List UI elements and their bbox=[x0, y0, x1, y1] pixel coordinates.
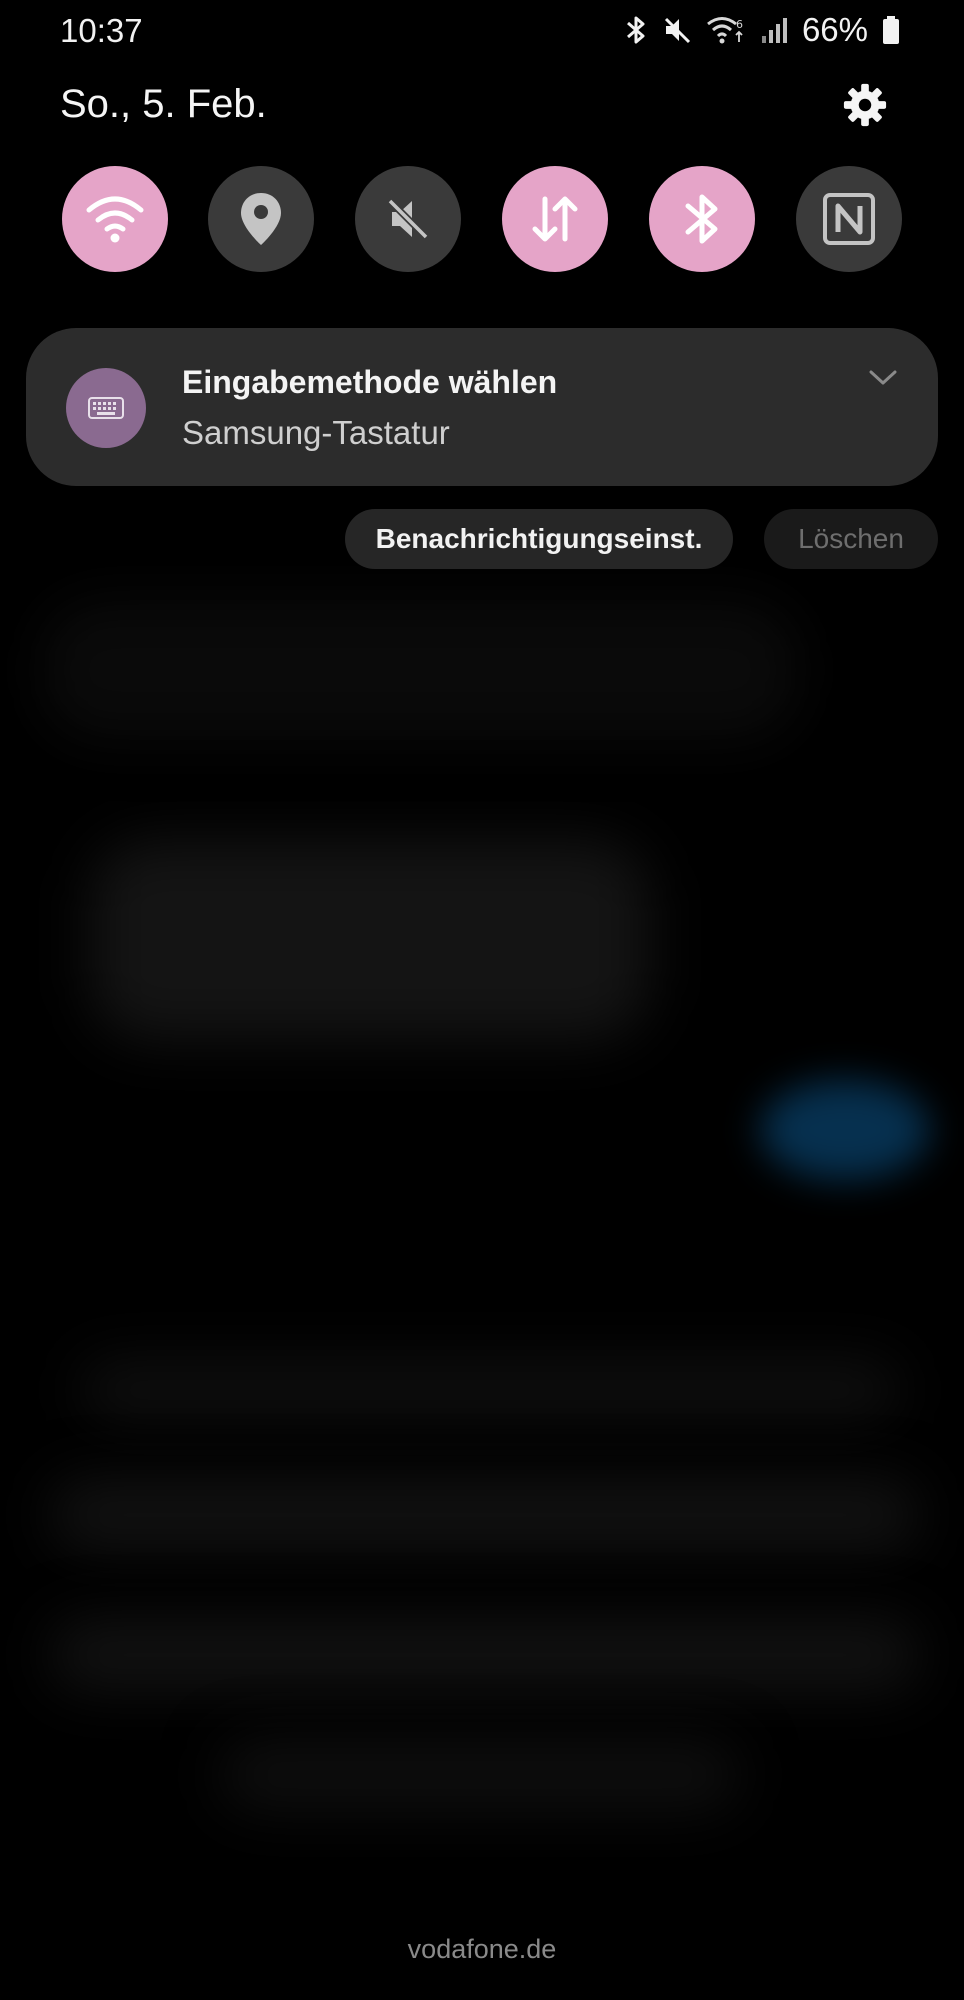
notification-settings-button[interactable]: Benachrichtigungseinst. bbox=[345, 509, 733, 569]
background-blur bbox=[80, 1360, 900, 1420]
wifi-6-icon: 6 bbox=[707, 17, 743, 44]
data-arrows-icon bbox=[532, 196, 578, 242]
bluetooth-toggle[interactable] bbox=[649, 166, 755, 272]
background-blur bbox=[220, 1740, 740, 1810]
background-blur bbox=[50, 1480, 920, 1550]
notification-title: Eingabemethode wählen bbox=[182, 364, 558, 400]
wifi-icon bbox=[86, 196, 144, 243]
sound-toggle[interactable] bbox=[355, 166, 461, 272]
battery-icon bbox=[883, 16, 899, 44]
chevron-down-icon[interactable] bbox=[868, 368, 898, 388]
signal-icon bbox=[761, 18, 787, 43]
notification-app-icon bbox=[66, 368, 146, 448]
mute-icon bbox=[664, 17, 690, 44]
clock: 10:37 bbox=[60, 12, 143, 49]
clear-button[interactable]: Löschen bbox=[764, 509, 938, 569]
location-toggle[interactable] bbox=[208, 166, 314, 272]
wifi-toggle[interactable] bbox=[62, 166, 168, 272]
notification-subtitle: Samsung-Tastatur bbox=[182, 414, 450, 451]
background-blur bbox=[90, 840, 650, 1040]
date-label: So., 5. Feb. bbox=[60, 82, 267, 126]
battery-percentage: 66% bbox=[801, 11, 868, 48]
bluetooth-icon bbox=[685, 194, 718, 244]
quick-settings bbox=[62, 166, 902, 274]
svg-text:6: 6 bbox=[736, 18, 743, 31]
status-bar: 10:37 6 66% bbox=[0, 0, 964, 62]
mute-icon bbox=[387, 198, 429, 240]
gear-icon[interactable] bbox=[842, 82, 888, 128]
status-icons: 6 66% bbox=[624, 10, 900, 50]
mobile-data-toggle[interactable] bbox=[502, 166, 608, 272]
keyboard-icon bbox=[88, 397, 124, 419]
notification-card[interactable]: Eingabemethode wählen Samsung-Tastatur bbox=[26, 328, 938, 486]
location-pin-icon bbox=[241, 193, 281, 245]
background-blur bbox=[40, 600, 800, 740]
nfc-toggle[interactable] bbox=[796, 166, 902, 272]
background-blur bbox=[50, 1620, 920, 1690]
bluetooth-icon bbox=[626, 16, 645, 44]
nfc-icon bbox=[823, 193, 875, 245]
background-blur bbox=[760, 1080, 930, 1180]
carrier-label: vodafone.de bbox=[407, 1934, 557, 1964]
